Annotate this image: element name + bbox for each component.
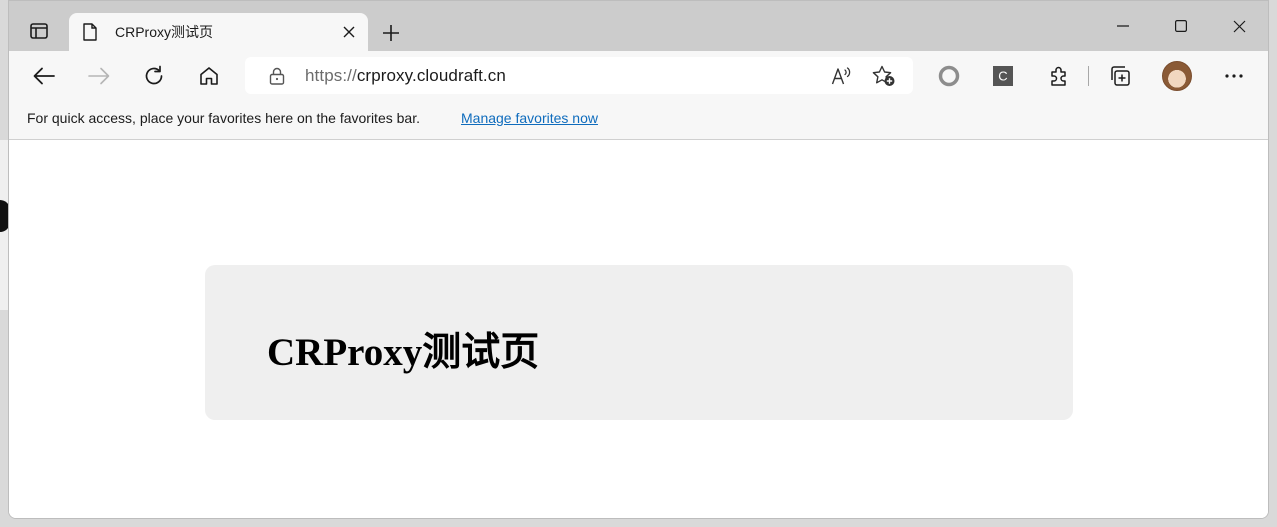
- tab-strip: CRProxy测试页: [9, 1, 1268, 51]
- settings-more-button[interactable]: [1218, 60, 1250, 92]
- read-aloud-button[interactable]: [829, 63, 855, 89]
- forward-arrow-icon: [88, 67, 110, 85]
- refresh-button[interactable]: [138, 60, 170, 92]
- c-extension-icon: C: [993, 66, 1013, 86]
- url-scheme: https://: [305, 66, 357, 85]
- tab-close-button[interactable]: [336, 19, 362, 45]
- extension-button-1[interactable]: [933, 60, 965, 92]
- back-arrow-icon: [33, 67, 55, 85]
- home-icon: [200, 67, 218, 85]
- maximize-button[interactable]: [1152, 1, 1210, 51]
- maximize-icon: [1175, 20, 1187, 32]
- toolbar-divider: [1088, 66, 1089, 86]
- tab-title: CRProxy测试页: [115, 24, 214, 40]
- minimize-button[interactable]: [1094, 1, 1152, 51]
- avatar: [1162, 61, 1192, 91]
- manage-favorites-link[interactable]: Manage favorites now: [461, 110, 598, 126]
- add-favorite-button[interactable]: [871, 63, 897, 89]
- favorites-bar: For quick access, place your favorites h…: [9, 101, 1268, 140]
- window-controls: [1094, 1, 1268, 51]
- page-content: CRProxy测试页: [9, 141, 1268, 518]
- tab-active[interactable]: CRProxy测试页: [69, 13, 368, 51]
- svg-text:C: C: [998, 69, 1007, 84]
- refresh-icon: [145, 65, 163, 85]
- more-icon: [1225, 74, 1243, 78]
- close-icon: [1233, 20, 1245, 32]
- puzzle-icon: [1051, 66, 1066, 86]
- add-favorite-icon: [872, 65, 895, 86]
- url-host: crproxy.cloudraft.cn: [356, 66, 506, 85]
- minimize-icon: [1117, 25, 1129, 27]
- browser-window: CRProxy测试页 https://crproxy.cloudraft.cn …: [8, 0, 1269, 519]
- browser-toolbar: https://crproxy.cloudraft.cn C: [9, 51, 1268, 101]
- favorites-bar-message: For quick access, place your favorites h…: [27, 110, 420, 126]
- page-heading: CRProxy测试页: [267, 331, 540, 374]
- url-text[interactable]: https://crproxy.cloudraft.cn: [305, 66, 506, 86]
- plus-icon: [383, 25, 399, 41]
- profile-button[interactable]: [1161, 60, 1193, 92]
- read-aloud-icon: [831, 67, 851, 85]
- back-button[interactable]: [28, 60, 60, 92]
- collections-icon: [1111, 66, 1130, 86]
- extensions-button[interactable]: [1043, 60, 1075, 92]
- tab-actions-button[interactable]: [23, 19, 55, 47]
- lock-icon[interactable]: [267, 66, 287, 86]
- new-tab-button[interactable]: [377, 19, 405, 47]
- page-icon: [83, 22, 101, 42]
- close-icon: [343, 26, 355, 38]
- collections-button[interactable]: [1104, 60, 1136, 92]
- home-button[interactable]: [193, 60, 225, 92]
- address-bar[interactable]: https://crproxy.cloudraft.cn: [245, 57, 913, 94]
- heading-card: CRProxy测试页: [205, 265, 1073, 420]
- close-window-button[interactable]: [1210, 1, 1268, 51]
- extension-button-2[interactable]: C: [987, 60, 1019, 92]
- tab-actions-icon: [30, 22, 48, 44]
- forward-button[interactable]: [83, 60, 115, 92]
- circle-extension-icon: [938, 65, 960, 87]
